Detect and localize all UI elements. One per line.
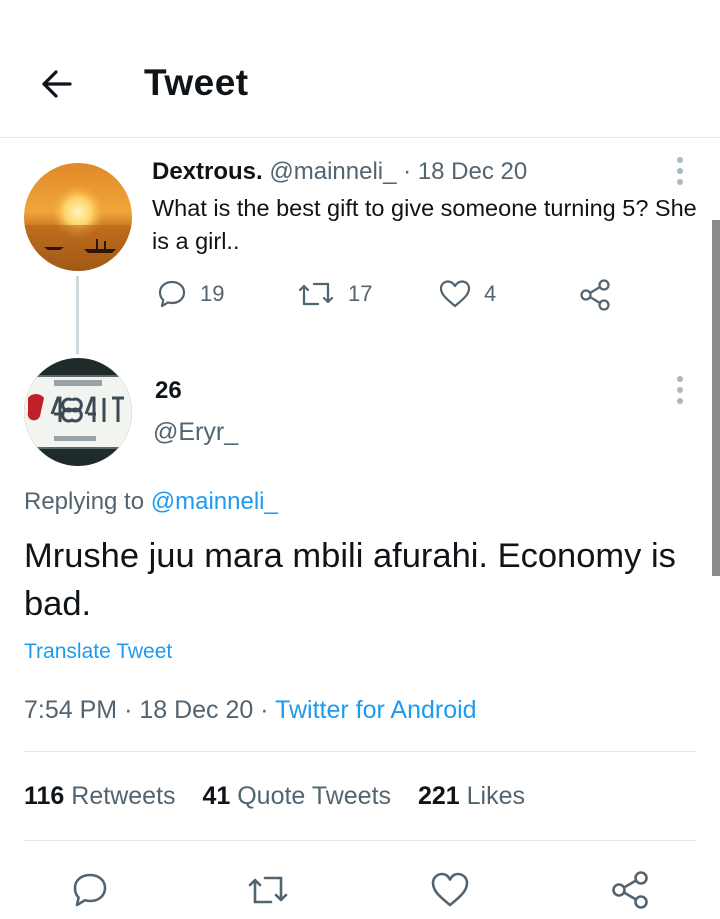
replying-to-prefix: Replying to <box>24 488 145 515</box>
avatar[interactable] <box>24 358 132 466</box>
parent-tweet-text: What is the best gift to give someone tu… <box>152 195 697 254</box>
tweet-more-options-button[interactable] <box>665 372 695 408</box>
engagement-stats: 116 Retweets 41 Quote Tweets 221 Likes <box>24 782 545 811</box>
arrow-left-icon <box>42 70 72 98</box>
retweet-icon <box>248 876 288 904</box>
tweet-text: Mrushe juu mara mbili afurahi. Economy i… <box>24 537 676 623</box>
reply-icon <box>73 873 107 907</box>
author-display-name[interactable]: 26 <box>155 377 182 405</box>
parent-retweet-button[interactable]: 17 <box>296 278 372 310</box>
like-button[interactable] <box>426 866 474 914</box>
heart-icon <box>439 280 471 308</box>
parent-more-options-button[interactable] <box>665 153 695 189</box>
separator-dot: · <box>124 696 133 724</box>
parent-retweet-count: 17 <box>348 281 373 306</box>
parent-author-handle[interactable]: @mainneli_ <box>269 158 396 185</box>
parent-tweet-date[interactable]: 18 Dec 20 <box>418 158 527 185</box>
likes-label: Likes <box>466 782 526 810</box>
likes-stat[interactable]: 221 Likes <box>418 782 525 810</box>
translate-tweet-link[interactable]: Translate Tweet <box>24 640 172 664</box>
top-app-bar: Tweet <box>0 0 720 138</box>
author-handle[interactable]: @Eryr_ <box>153 418 238 447</box>
tweet-metadata: 7:54 PM · 18 Dec 20 · Twitter for Androi… <box>24 696 477 725</box>
page-title: Tweet <box>144 62 249 103</box>
tweet-date[interactable]: 18 Dec 20 <box>139 696 253 724</box>
parent-like-button[interactable]: 4 <box>438 278 496 310</box>
divider <box>24 751 696 752</box>
back-button[interactable] <box>34 62 78 106</box>
parent-like-count: 4 <box>484 281 497 306</box>
share-button[interactable] <box>606 866 654 914</box>
scrollbar[interactable] <box>712 220 720 576</box>
parent-reply-button[interactable]: 19 <box>156 278 224 310</box>
more-dots-icon <box>677 157 683 163</box>
quote-tweets-stat[interactable]: 41 Quote Tweets <box>202 782 398 810</box>
retweets-label: Retweets <box>71 782 176 810</box>
retweets-stat[interactable]: 116 Retweets <box>24 782 182 810</box>
retweets-count: 116 <box>24 782 65 810</box>
reply-button[interactable] <box>66 866 114 914</box>
divider <box>24 840 696 841</box>
heart-icon <box>431 872 469 907</box>
replying-to-link[interactable]: @mainneli_ <box>151 488 278 515</box>
replying-to-line: Replying to @mainneli_ <box>24 488 278 516</box>
retweet-button[interactable] <box>244 866 292 914</box>
license-plate-avatar-image <box>24 358 132 466</box>
separator-dot: · <box>260 696 269 724</box>
parent-author-name[interactable]: Dextrous. <box>152 158 263 185</box>
parent-tweet-header: Dextrous. @mainneli_ · 18 Dec 20 <box>152 158 527 186</box>
likes-count: 221 <box>417 782 460 810</box>
thread-connector-line <box>76 276 79 354</box>
separator-dot: · <box>403 158 412 185</box>
quote-tweets-count: 41 <box>202 782 231 810</box>
avatar[interactable] <box>24 163 132 271</box>
share-icon <box>612 871 648 909</box>
parent-share-button[interactable] <box>578 278 612 312</box>
tweet-time[interactable]: 7:54 PM <box>24 696 117 724</box>
more-dots-icon <box>677 376 683 382</box>
tweet-source-link[interactable]: Twitter for Android <box>275 696 476 724</box>
parent-reply-count: 19 <box>200 281 225 306</box>
quote-tweets-label: Quote Tweets <box>237 782 392 810</box>
share-icon <box>580 279 610 311</box>
sunset-avatar-image <box>24 163 132 271</box>
retweet-icon <box>298 282 334 306</box>
reply-icon <box>158 280 186 308</box>
